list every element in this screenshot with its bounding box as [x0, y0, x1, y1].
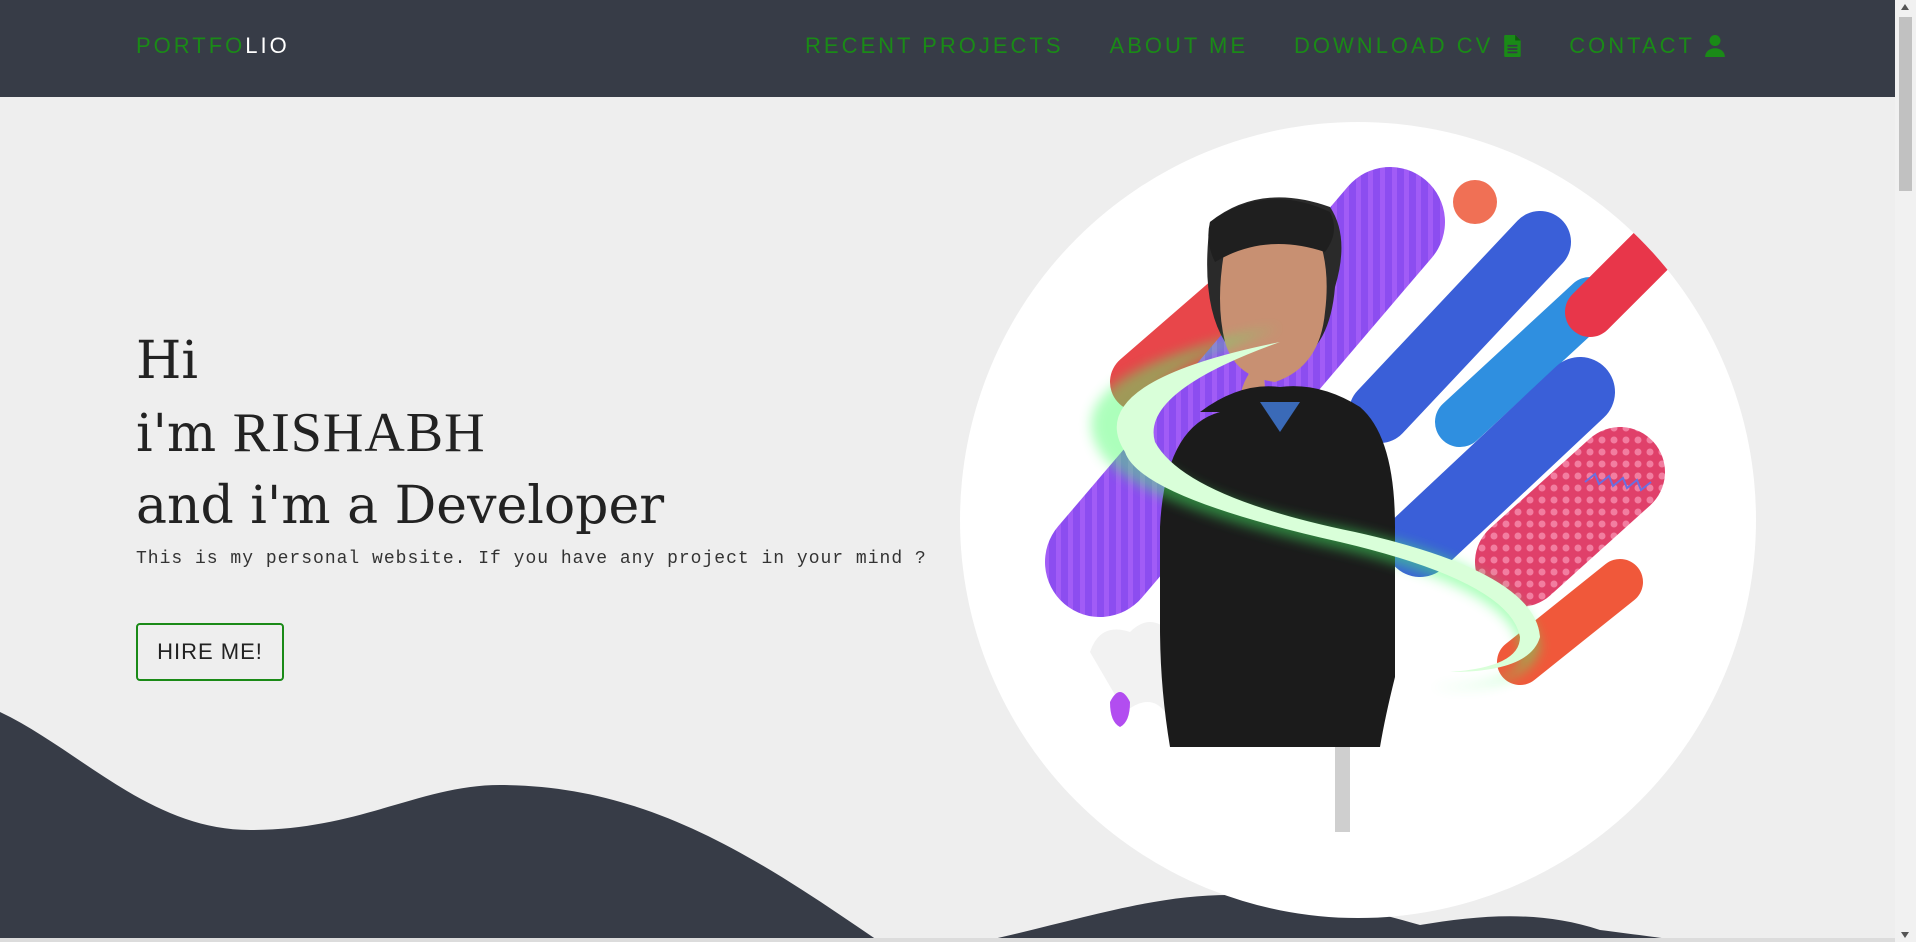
- nav-link-about-me[interactable]: ABOUT ME: [1110, 33, 1249, 59]
- navbar: PORTFOLIO RECENT PROJECTS ABOUT ME DOWNL…: [0, 0, 1895, 97]
- hero-greeting: Hi: [136, 331, 198, 391]
- hero-name: RISHABH: [232, 402, 486, 464]
- profile-illustration: [960, 122, 1756, 918]
- user-icon: [1705, 35, 1725, 57]
- vertical-scrollbar[interactable]: [1895, 0, 1916, 942]
- scroll-down-icon[interactable]: [1901, 932, 1909, 938]
- nav-link-contact[interactable]: CONTACT: [1569, 33, 1725, 59]
- nav-links: RECENT PROJECTS ABOUT ME DOWNLOAD CV CON…: [805, 33, 1725, 59]
- hero-intro: This is my personal website. If you have…: [136, 549, 927, 569]
- nav-link-label: RECENT PROJECTS: [805, 33, 1064, 58]
- nav-link-label: DOWNLOAD CV: [1294, 33, 1494, 58]
- hire-me-button[interactable]: HIRE ME!: [136, 623, 284, 681]
- hero-name-prefix: i'm: [136, 404, 233, 464]
- nav-link-recent-projects[interactable]: RECENT PROJECTS: [805, 33, 1064, 59]
- horizontal-scrollbar[interactable]: [0, 938, 1895, 942]
- hero-role: and i'm a Developer: [136, 476, 665, 536]
- brand-part-2: LIO: [245, 33, 290, 58]
- hero-heading: Hi i'm RISHABH and i'm a Developer: [136, 325, 664, 542]
- brand-part-1: PORTFO: [136, 33, 246, 58]
- hero-name-line: i'm RISHABH: [136, 397, 664, 470]
- brand-logo[interactable]: PORTFOLIO: [136, 33, 290, 59]
- file-icon: [1504, 35, 1521, 57]
- scrollbar-thumb[interactable]: [1899, 17, 1912, 191]
- nav-link-download-cv[interactable]: DOWNLOAD CV: [1294, 33, 1523, 59]
- nav-link-label: ABOUT ME: [1109, 33, 1249, 58]
- scroll-up-icon[interactable]: [1901, 4, 1909, 10]
- nav-link-label: CONTACT: [1569, 33, 1695, 58]
